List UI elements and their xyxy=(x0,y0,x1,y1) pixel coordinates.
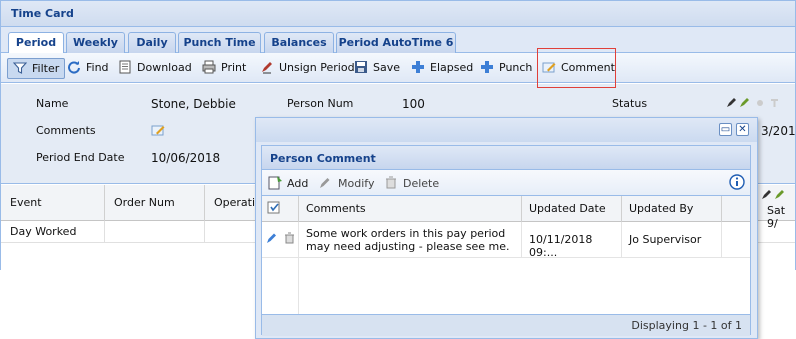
person-comment-panel: Person Comment Add Modify Delete Comment… xyxy=(261,145,751,336)
name-value: Stone, Debbie xyxy=(151,97,236,111)
cell-updated-by: Jo Supervisor xyxy=(622,222,722,258)
grid-empty-area xyxy=(262,258,750,314)
comments-label: Comments xyxy=(36,124,96,137)
period-end-value: 10/06/2018 xyxy=(151,151,221,165)
tab-strip: Period Weekly Daily Punch Time Balances … xyxy=(1,27,795,54)
plus-icon xyxy=(481,61,493,73)
window-header: ▭ ✕ xyxy=(256,118,757,142)
save-label: Save xyxy=(373,61,401,74)
comment-toolbar: Add Modify Delete xyxy=(262,170,750,196)
partial-date-value: 3/2018 xyxy=(761,124,796,138)
refresh-icon xyxy=(68,61,80,74)
column-updated-date[interactable]: Updated Date xyxy=(522,196,622,222)
document-icon xyxy=(119,60,131,74)
info-icon[interactable] xyxy=(729,174,745,190)
timecard-toolbar: Filter Find Download Print Unsign Period… xyxy=(1,53,795,83)
download-button[interactable]: Download xyxy=(118,58,192,79)
tab-period[interactable]: Period xyxy=(8,32,64,54)
table-row[interactable]: Some work orders in this pay period may … xyxy=(262,222,750,258)
empty-select-column xyxy=(262,258,299,314)
cell-comment: Some work orders in this pay period may … xyxy=(299,222,522,258)
person-num-label: Person Num xyxy=(287,97,354,110)
status-signoff-icon[interactable] xyxy=(725,96,787,110)
trash-icon xyxy=(386,176,396,189)
tab-period-autotime[interactable]: Period AutoTime 6 xyxy=(336,32,456,53)
select-all-icon xyxy=(267,201,280,214)
tab-weekly[interactable]: Weekly xyxy=(66,32,125,53)
row-actions xyxy=(262,222,299,258)
day-column-edit-icons xyxy=(761,189,789,204)
tab-punch-time[interactable]: Punch Time xyxy=(178,32,261,53)
comment-note-icon[interactable] xyxy=(151,123,165,136)
cell-event: Day Worked xyxy=(1,221,105,243)
add-note-icon xyxy=(268,176,282,190)
punch-label: Punch xyxy=(499,61,533,74)
status-icons xyxy=(725,96,787,110)
paging-info: Displaying 1 - 1 of 1 xyxy=(631,319,742,332)
modify-button[interactable]: Modify xyxy=(319,175,374,193)
select-column[interactable] xyxy=(262,196,299,222)
comment-grid-header: Comments Updated Date Updated By xyxy=(262,196,750,222)
column-comments[interactable]: Comments xyxy=(299,196,522,222)
punch-button[interactable]: Punch xyxy=(480,58,532,79)
find-button[interactable]: Find xyxy=(67,58,109,79)
print-label: Print xyxy=(221,61,247,74)
cell-updated-date: 10/11/2018 09:... xyxy=(522,222,622,258)
tab-balances[interactable]: Balances xyxy=(264,32,334,53)
printer-icon xyxy=(202,60,216,74)
period-end-label: Period End Date xyxy=(36,151,125,164)
close-icon[interactable]: ✕ xyxy=(736,123,749,136)
save-disk-icon xyxy=(355,61,367,73)
person-num-value: 100 xyxy=(402,97,425,111)
filter-icon xyxy=(13,62,27,74)
save-button[interactable]: Save xyxy=(354,58,400,79)
column-order-num[interactable]: Order Num xyxy=(105,185,205,221)
plus-icon xyxy=(412,61,424,73)
paging-footer: Displaying 1 - 1 of 1 xyxy=(262,314,750,336)
unsign-pen-icon xyxy=(262,62,272,74)
elapsed-label: Elapsed xyxy=(430,61,474,74)
download-label: Download xyxy=(137,61,192,74)
column-event[interactable]: Event xyxy=(1,185,105,221)
unsign-period-button[interactable]: Unsign Period xyxy=(260,58,355,79)
modify-label: Modify xyxy=(338,177,375,190)
person-comment-window: ▭ ✕ Person Comment Add Modify Delete Com… xyxy=(255,117,758,339)
status-label: Status xyxy=(612,97,648,110)
delete-label: Delete xyxy=(403,177,440,190)
maximize-icon[interactable]: ▭ xyxy=(719,123,732,136)
add-button[interactable]: Add xyxy=(268,175,308,193)
tab-daily[interactable]: Daily xyxy=(128,32,176,53)
name-label: Name xyxy=(36,97,69,110)
print-button[interactable]: Print xyxy=(202,58,246,79)
time-card-title: Time Card xyxy=(1,1,795,27)
filter-button[interactable]: Filter xyxy=(7,58,66,79)
column-updated-by[interactable]: Updated By xyxy=(622,196,722,222)
pencil-icon[interactable] xyxy=(761,189,789,201)
filter-label: Filter xyxy=(32,62,60,75)
pencil-icon xyxy=(320,178,330,188)
elapsed-button[interactable]: Elapsed xyxy=(411,58,473,79)
person-comment-title: Person Comment xyxy=(262,146,750,170)
cell-order-num xyxy=(105,221,205,243)
add-label: Add xyxy=(287,177,309,190)
trash-icon[interactable] xyxy=(284,232,295,244)
delete-button[interactable]: Delete xyxy=(385,175,439,193)
edit-pencil-icon[interactable] xyxy=(266,232,278,244)
unsign-period-label: Unsign Period xyxy=(279,61,355,74)
find-label: Find xyxy=(86,61,109,74)
comment-highlight-box xyxy=(537,48,616,88)
